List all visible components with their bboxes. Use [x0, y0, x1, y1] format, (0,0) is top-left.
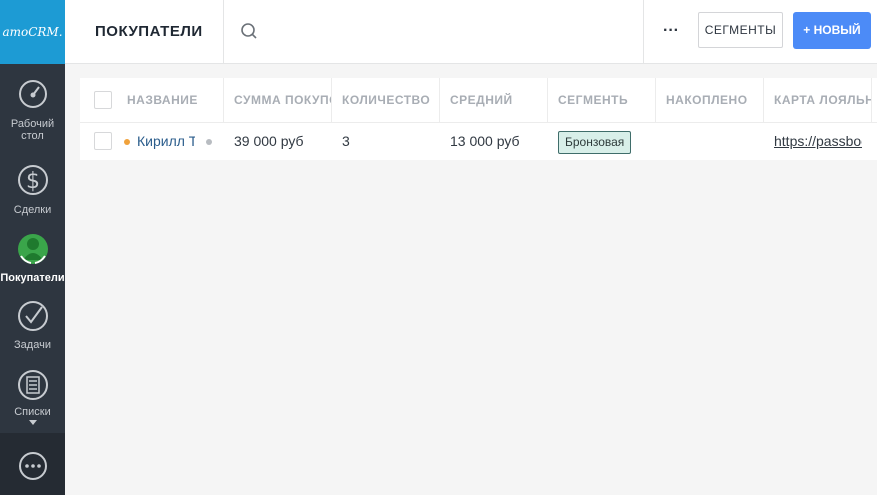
sidebar-item-tasks[interactable]: Задачи: [0, 300, 65, 351]
sidebar-item-label: Списки: [14, 406, 51, 418]
row-checkbox[interactable]: [94, 132, 112, 150]
table-header: НАЗВАНИЕ СУММА ПОКУПОК КОЛИЧЕСТВО СРЕДНИ…: [80, 78, 877, 123]
column-header-count[interactable]: КОЛИЧЕСТВО: [332, 78, 440, 122]
column-header-loyalty-card[interactable]: КАРТА ЛОЯЛЬНОСТИ: [764, 78, 872, 122]
checkmark-icon: [17, 301, 48, 331]
new-customer-button[interactable]: + НОВЫЙ: [793, 12, 871, 49]
accumulated-cell: [656, 123, 764, 160]
column-header-name[interactable]: НАЗВАНИЕ: [117, 78, 224, 122]
chat-icon: [19, 452, 47, 480]
loyalty-card-link[interactable]: https://passbook: [774, 133, 862, 149]
customers-icon: [17, 234, 48, 264]
sidebar-item-deals[interactable]: $ Сделки: [0, 160, 65, 216]
segments-button[interactable]: СЕГМЕНТЫ: [698, 12, 783, 48]
sidebar-item-lists[interactable]: Списки: [0, 368, 65, 426]
app-logo[interactable]: amoCRM.: [0, 0, 65, 64]
select-all-checkbox[interactable]: [94, 91, 112, 109]
segment-cell: Бронзовая: [548, 123, 656, 160]
svg-text:$: $: [26, 169, 40, 194]
column-header-accumulated[interactable]: НАКОПЛЕНО: [656, 78, 764, 122]
divider: [223, 0, 224, 63]
loyalty-card-cell: https://passbook: [764, 123, 862, 160]
table-row[interactable]: Кирилл Т 39 000 руб 3 13 000 руб Бронзов…: [80, 123, 877, 160]
sidebar-item-label: Рабочий: [10, 118, 55, 130]
sidebar-item-label: Покупатели: [0, 272, 65, 284]
sidebar-item-label: Задачи: [14, 339, 51, 351]
sum-cell: 39 000 руб: [234, 133, 304, 149]
column-header-average[interactable]: СРЕДНИЙ: [440, 78, 548, 122]
top-bar: ПОКУПАТЕЛИ ··· СЕГМЕНТЫ + НОВЫЙ: [65, 0, 877, 64]
activity-dot-icon: [206, 139, 212, 145]
page-title: ПОКУПАТЕЛИ: [95, 23, 203, 40]
sidebar-item-dashboard[interactable]: Рабочий стол: [0, 78, 65, 142]
column-header-sum[interactable]: СУММА ПОКУПОК: [224, 78, 332, 122]
segment-badge: Бронзовая: [558, 130, 632, 154]
average-cell: 13 000 руб: [450, 133, 520, 149]
more-menu-button[interactable]: ···: [663, 22, 679, 40]
sidebar: amoCRM. Рабочий стол $ Сделки Покупатели: [0, 0, 65, 495]
divider: [643, 0, 644, 63]
search-icon[interactable]: [240, 21, 260, 41]
count-cell: 3: [342, 133, 350, 149]
dollar-icon: $: [17, 165, 48, 195]
sidebar-item-label: Сделки: [13, 204, 52, 216]
customer-name-link[interactable]: Кирилл Т: [127, 123, 195, 160]
dashboard-icon: [18, 80, 47, 108]
column-header-segment[interactable]: СЕГМЕНТЬ: [548, 78, 656, 122]
chevron-down-icon[interactable]: [28, 420, 38, 426]
sidebar-item-label: стол: [21, 130, 44, 142]
sidebar-item-customers[interactable]: Покупатели: [0, 230, 65, 284]
chat-button[interactable]: [0, 433, 65, 495]
list-icon: [17, 370, 48, 400]
